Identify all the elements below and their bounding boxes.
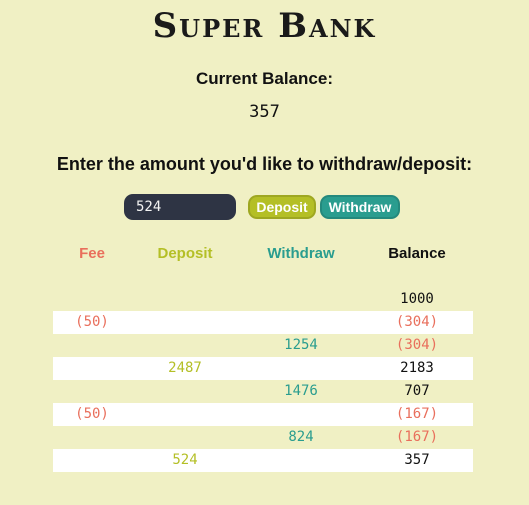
amount-prompt: Enter the amount you'd like to withdraw/… — [56, 154, 473, 174]
ledger-row: 1476 707 — [53, 380, 473, 403]
current-balance-label: Current Balance: — [196, 69, 333, 88]
deposit-button[interactable]: Deposit — [248, 195, 316, 219]
balance-cell: (167) — [395, 406, 439, 422]
app-title: Super Bank — [152, 6, 377, 46]
ledger-row: 824 (167) — [53, 426, 473, 449]
transaction-ledger: 1000 (50) (304) 1254 (304) 2487 2183 147… — [53, 288, 473, 472]
withdraw-column-header: Withdraw — [267, 245, 335, 262]
ledger-row: (50) (304) — [53, 311, 473, 334]
fee-cell: (50) — [75, 314, 109, 330]
fee-column-header: Fee — [79, 245, 105, 262]
balance-cell: (304) — [395, 314, 439, 330]
amount-input[interactable] — [124, 194, 236, 220]
withdraw-cell: 824 — [288, 429, 314, 445]
ledger-header: Fee Deposit Withdraw Balance — [0, 245, 529, 265]
ledger-row: (50) (167) — [53, 403, 473, 426]
withdraw-cell: 1476 — [284, 383, 318, 399]
balance-cell: 357 — [404, 452, 430, 468]
balance-column-header: Balance — [388, 245, 446, 262]
ledger-row: 2487 2183 — [53, 357, 473, 380]
ledger-row: 1254 (304) — [53, 334, 473, 357]
ledger-row: 1000 — [53, 288, 473, 311]
withdraw-cell: 1254 — [284, 337, 318, 353]
withdraw-button[interactable]: Withdraw — [320, 195, 400, 219]
balance-cell: (167) — [395, 429, 439, 445]
current-balance-value: 357 — [249, 102, 280, 122]
ledger-row: 524 357 — [53, 449, 473, 472]
balance-cell: (304) — [395, 337, 439, 353]
balance-cell: 1000 — [400, 291, 434, 307]
deposit-cell: 2487 — [168, 360, 202, 376]
fee-cell: (50) — [75, 406, 109, 422]
deposit-column-header: Deposit — [157, 245, 213, 262]
deposit-cell: 524 — [172, 452, 198, 468]
balance-cell: 707 — [404, 383, 430, 399]
balance-cell: 2183 — [400, 360, 434, 376]
